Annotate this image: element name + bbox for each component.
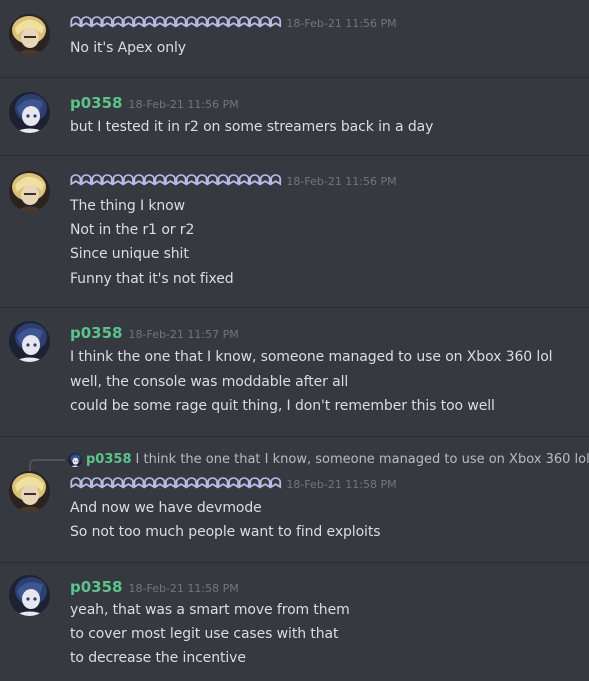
- message-line: Since unique shit: [70, 246, 189, 262]
- message-line: could be some rage quit thing, I don't r…: [70, 398, 495, 414]
- author-name[interactable]: ᗣᗣᗣᗣᗣᗣᗣᗣᗣᗣᗣᗣᗣᗣᗣᗣᗣᗣᗣᗣ: [70, 476, 282, 492]
- message-line: I think the one that I know, someone man…: [70, 349, 553, 365]
- message-line: So not too much people want to find expl…: [70, 524, 381, 540]
- reply-author[interactable]: p0358: [86, 452, 132, 467]
- message-line: Funny that it's not fixed: [70, 271, 234, 287]
- message-line: to decrease the incentive: [70, 650, 246, 666]
- author-name[interactable]: p0358: [70, 94, 123, 112]
- timestamp: 18-Feb-21 11:57 PM: [128, 328, 239, 341]
- author-name[interactable]: p0358: [70, 578, 123, 596]
- avatar[interactable]: [9, 92, 50, 133]
- message-header: ᗣᗣᗣᗣᗣᗣᗣᗣᗣᗣᗣᗣᗣᗣᗣᗣᗣᗣᗣᗣ 18-Feb-21 11:56 PM: [70, 15, 397, 37]
- message-line: The thing I know: [70, 198, 185, 214]
- message-header: ᗣᗣᗣᗣᗣᗣᗣᗣᗣᗣᗣᗣᗣᗣᗣᗣᗣᗣᗣᗣ 18-Feb-21 11:58 PM: [70, 476, 397, 498]
- message-line: but I tested it in r2 on some streamers …: [70, 119, 434, 135]
- message-line: to cover most legit use cases with that: [70, 626, 339, 642]
- author-name[interactable]: ᗣᗣᗣᗣᗣᗣᗣᗣᗣᗣᗣᗣᗣᗣᗣᗣᗣᗣᗣᗣ: [70, 173, 282, 189]
- message-divider: [0, 436, 589, 437]
- message-line: yeah, that was a smart move from them: [70, 602, 350, 618]
- message-divider: [0, 77, 589, 78]
- timestamp: 18-Feb-21 11:56 PM: [286, 175, 397, 188]
- message-divider: [0, 155, 589, 156]
- message-header: ᗣᗣᗣᗣᗣᗣᗣᗣᗣᗣᗣᗣᗣᗣᗣᗣᗣᗣᗣᗣ 18-Feb-21 11:56 PM: [70, 173, 397, 195]
- message-header: p0358 18-Feb-21 11:57 PM: [70, 324, 239, 346]
- timestamp: 18-Feb-21 11:58 PM: [128, 582, 239, 595]
- timestamp: 18-Feb-21 11:56 PM: [286, 17, 397, 30]
- message-line: Not in the r1 or r2: [70, 222, 195, 238]
- avatar[interactable]: [9, 575, 50, 616]
- message-header: p0358 18-Feb-21 11:58 PM: [70, 578, 239, 600]
- chat-log: ᗣᗣᗣᗣᗣᗣᗣᗣᗣᗣᗣᗣᗣᗣᗣᗣᗣᗣᗣᗣ 18-Feb-21 11:56 PM …: [0, 0, 589, 681]
- author-name[interactable]: ᗣᗣᗣᗣᗣᗣᗣᗣᗣᗣᗣᗣᗣᗣᗣᗣᗣᗣᗣᗣ: [70, 15, 282, 31]
- avatar[interactable]: [9, 171, 50, 212]
- message-header: p0358 18-Feb-21 11:56 PM: [70, 94, 239, 116]
- message-divider: [0, 307, 589, 308]
- message-line: No it's Apex only: [70, 40, 186, 56]
- timestamp: 18-Feb-21 11:58 PM: [286, 478, 397, 491]
- message-divider: [0, 562, 589, 563]
- avatar[interactable]: [9, 14, 50, 55]
- timestamp: 18-Feb-21 11:56 PM: [128, 98, 239, 111]
- message-line: And now we have devmode: [70, 500, 262, 516]
- message-line: well, the console was moddable after all: [70, 374, 349, 390]
- reply-preview[interactable]: I think the one that I know, someone man…: [136, 452, 589, 467]
- author-name[interactable]: p0358: [70, 324, 123, 342]
- avatar[interactable]: [9, 471, 50, 512]
- reply-reference[interactable]: p0358 I think the one that I know, someo…: [68, 452, 589, 467]
- reply-avatar: [68, 452, 82, 467]
- avatar[interactable]: [9, 321, 50, 362]
